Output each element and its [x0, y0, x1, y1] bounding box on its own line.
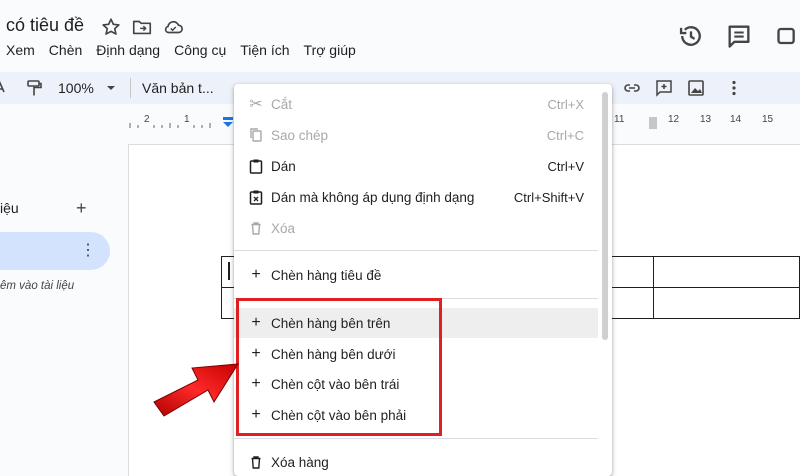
menu-extensions[interactable]: Tiện ích	[240, 40, 289, 60]
clipboard-format-icon	[247, 188, 265, 206]
menu-item-cut[interactable]: ✂ Cắt Ctrl+X	[234, 89, 598, 119]
menu-item-insert-header-row[interactable]: + Chèn hàng tiêu đề	[234, 260, 598, 290]
menu-separator	[234, 438, 598, 439]
menu-item-label: Dán	[271, 158, 296, 174]
document-title[interactable]: có tiêu đề	[6, 15, 84, 36]
style-select[interactable]: Văn bản t...	[142, 80, 214, 96]
star-icon[interactable]	[100, 16, 122, 38]
spellcheck-icon[interactable]	[0, 78, 14, 98]
menu-item-label: Xóa	[271, 220, 296, 236]
menu-item-copy[interactable]: Sao chép Ctrl+C	[234, 120, 598, 150]
ruler-number: 1	[184, 114, 190, 125]
outline-tab-label[interactable]: iệu	[0, 200, 19, 216]
menu-separator	[234, 250, 598, 251]
ruler-number: 11	[614, 114, 625, 125]
menu-help[interactable]: Trợ giúp	[304, 40, 356, 60]
more-options-icon[interactable]	[724, 78, 744, 98]
menu-view[interactable]: Xem	[6, 40, 35, 60]
menu-item-label: Cắt	[271, 96, 293, 112]
outline-hint: êm vào tài liệu	[0, 280, 75, 292]
menu-item-shortcut: Ctrl+X	[547, 96, 584, 112]
paint-format-icon[interactable]	[24, 78, 44, 98]
meet-icon[interactable]	[775, 22, 800, 50]
menu-item-label: Sao chép	[271, 127, 329, 143]
menu-item-paste-without-formatting[interactable]: Dán mà không áp dụng định dạng Ctrl+Shif…	[234, 182, 598, 212]
copy-icon	[247, 126, 265, 144]
menu-item-label: Chèn hàng tiêu đề	[271, 267, 382, 283]
menu-item-shortcut: Ctrl+V	[547, 158, 584, 174]
scissors-icon: ✂	[249, 96, 263, 113]
text-cursor	[228, 262, 230, 280]
menu-item-paste[interactable]: Dán Ctrl+V	[234, 151, 598, 181]
history-icon[interactable]	[677, 22, 705, 50]
trash-icon	[247, 219, 265, 237]
ruler-number: 13	[700, 114, 712, 125]
trash-icon	[247, 453, 265, 471]
clipboard-icon	[247, 157, 265, 175]
link-icon[interactable]	[622, 78, 642, 98]
menu-format[interactable]: Định dạng	[96, 40, 160, 60]
table-cell[interactable]	[653, 287, 800, 319]
move-folder-icon[interactable]	[131, 16, 153, 38]
context-menu-scrollbar[interactable]	[602, 92, 608, 340]
menu-item-label: Xóa hàng	[271, 454, 329, 470]
ruler-number: 15	[762, 114, 774, 125]
add-tab-icon[interactable]: +	[76, 198, 87, 219]
more-vert-icon[interactable]: ⋮	[80, 240, 96, 260]
comment-icon[interactable]	[725, 22, 753, 50]
menu-insert[interactable]: Chèn	[49, 40, 82, 60]
menu-tools[interactable]: Công cụ	[174, 40, 226, 60]
menu-item-delete[interactable]: Xóa	[234, 213, 598, 243]
menu-item-shortcut: Ctrl+C	[546, 127, 584, 143]
annotation-highlight-box	[236, 298, 442, 436]
plus-icon: +	[251, 266, 261, 283]
toolbar-divider	[130, 78, 131, 98]
insert-image-icon[interactable]	[686, 78, 706, 98]
menu-item-label: Dán mà không áp dụng định dạng	[271, 189, 475, 205]
ruler-number: 12	[668, 114, 680, 125]
table-cell[interactable]	[653, 256, 800, 288]
zoom-dropdown-icon[interactable]	[106, 84, 116, 92]
ruler-number: 14	[730, 114, 742, 125]
ruler-number: 2	[144, 114, 150, 125]
annotation-arrow-icon	[153, 363, 239, 417]
zoom-select[interactable]: 100%	[58, 80, 94, 96]
cloud-saved-icon[interactable]	[162, 16, 184, 38]
column-marker-icon[interactable]	[648, 116, 658, 130]
indent-marker-icon[interactable]	[222, 116, 234, 128]
menu-bar: Xem Chèn Định dạng Công cụ Tiện ích Trợ …	[6, 40, 370, 60]
menu-item-delete-row[interactable]: Xóa hàng	[234, 447, 598, 476]
add-comment-icon[interactable]	[654, 78, 674, 98]
menu-item-shortcut: Ctrl+Shift+V	[513, 189, 584, 205]
